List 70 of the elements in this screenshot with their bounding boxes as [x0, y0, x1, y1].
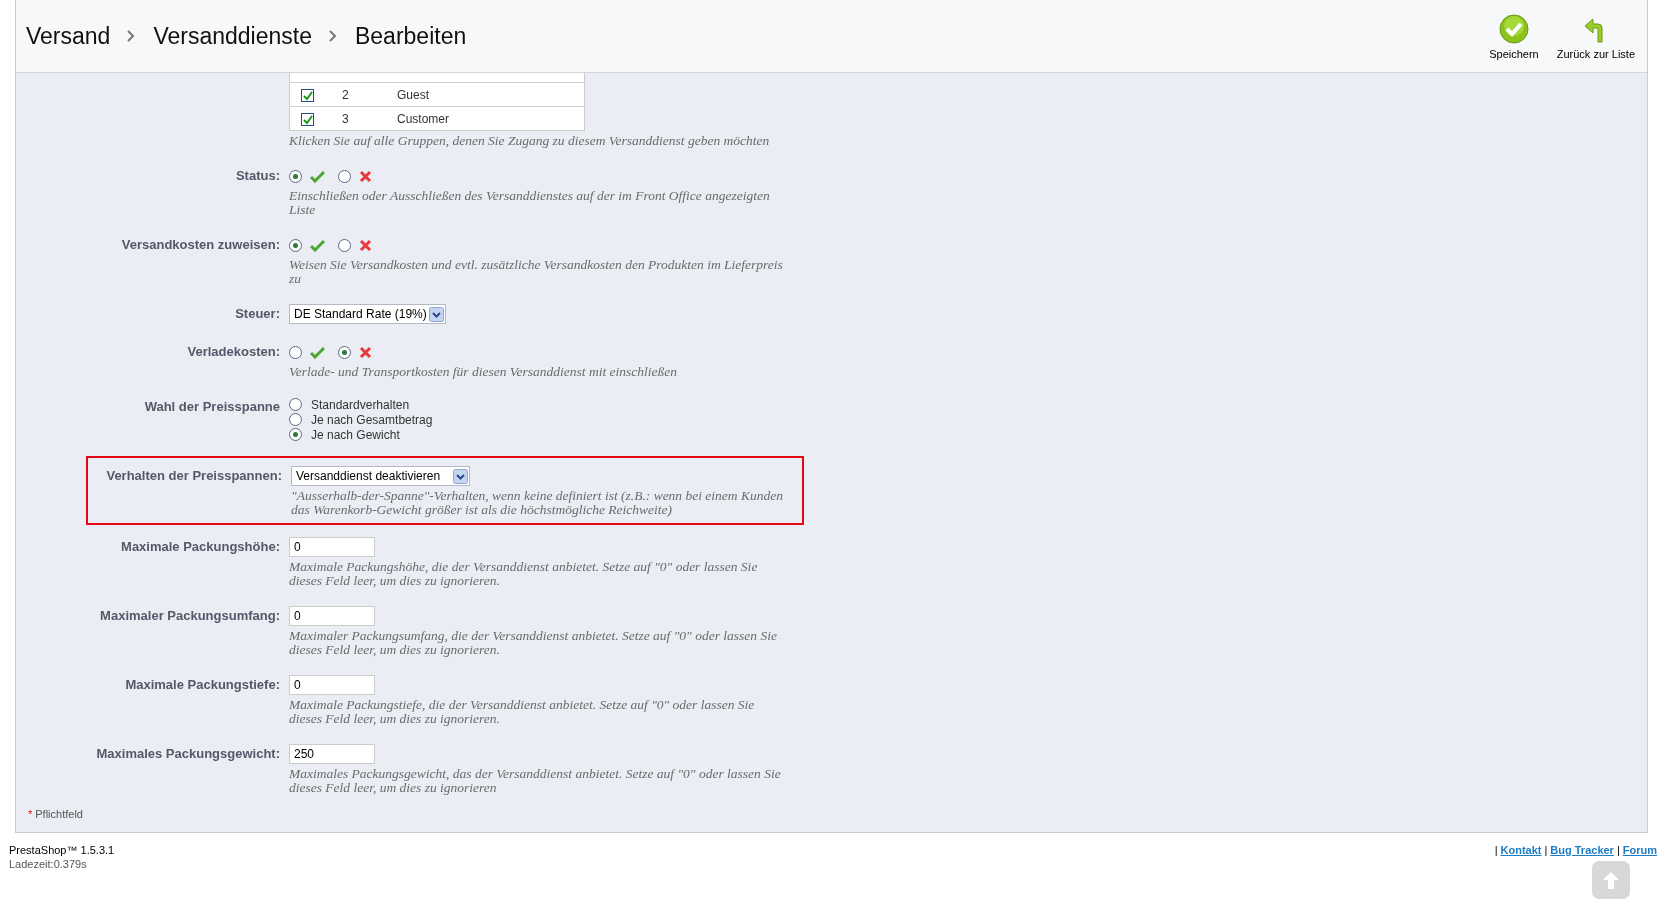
required-note: Pflichtfeld	[35, 808, 83, 820]
separator: |	[1616, 844, 1620, 856]
input-field[interactable]: 0	[289, 606, 375, 626]
breadcrumb-item: Versanddienste	[153, 22, 312, 50]
separator: |	[1544, 844, 1548, 856]
separator: |	[1494, 844, 1498, 856]
radio-button[interactable]	[289, 345, 302, 359]
field-label: Steuer:	[235, 306, 280, 321]
radio-button[interactable]	[289, 238, 302, 252]
check-icon	[310, 345, 325, 359]
radio-button[interactable]	[338, 238, 351, 252]
dropdown[interactable]: Versanddienst deaktivieren	[291, 466, 470, 486]
field-hint: Verlade- und Transportkosten für diesen Versanddienst mit einschließen	[289, 365, 679, 379]
option-label: Je nach Gesamtbetrag	[311, 412, 433, 427]
field-hint: Maximales Packungsgewicht, das der Versanddienst anbietet. Setze auf "0" oder lassen Sie dieses Feld leer, um dies zu ignorieren	[289, 767, 782, 795]
back-button[interactable]: Zurück zur Liste	[1554, 14, 1637, 60]
field-hint: Klicken Sie auf alle Gruppen, denen Sie Zugang zu diesem Versanddienst geben möchten	[289, 134, 771, 148]
field-label: Verhalten der Preisspannen:	[106, 468, 282, 483]
field-label: Maximale Packungstiefe:	[125, 677, 280, 692]
field-hint: Weisen Sie Versandkosten und evtl. zusätzliche Versandkosten den Produkten im Lieferpreis zu	[289, 258, 784, 286]
field-label: Wahl der Preisspanne	[144, 399, 280, 414]
radio-button[interactable]	[289, 413, 302, 426]
field-hint: Einschließen oder Ausschließen des Versanddienstes auf der im Front Office angezeigten Liste	[289, 189, 771, 217]
check-icon	[301, 89, 314, 101]
check-icon	[310, 169, 325, 183]
check-icon	[310, 238, 325, 252]
dropdown[interactable]: DE Standard Rate (19%)	[289, 304, 446, 324]
option-label: Standardverhalten	[311, 397, 410, 412]
field-label: Maximales Packungsgewicht:	[96, 746, 280, 761]
required-mark: *	[28, 808, 33, 820]
field-hint: Maximaler Packungsumfang, die der Versanddienst anbietet. Setze auf "0" oder lassen Sie dieses Feld leer, um dies zu ignorieren.	[289, 629, 778, 657]
field-hint: Maximale Packungshöhe, die der Versanddienst anbietet. Setze auf "0" oder lassen Sie dieses Feld leer, um dies zu ignorieren.	[289, 560, 759, 588]
cross-icon	[359, 345, 372, 359]
field-label: Verladekosten:	[187, 344, 280, 359]
field-label: Maximaler Packungsumfang:	[100, 608, 280, 623]
check-icon	[1498, 14, 1529, 44]
footer-link[interactable]: Forum	[1622, 844, 1657, 856]
radio-button[interactable]	[289, 428, 302, 441]
cross-icon	[359, 169, 372, 183]
input-field[interactable]: 0	[289, 675, 375, 695]
breadcrumb-item: Versand	[26, 22, 111, 50]
radio-button[interactable]	[289, 398, 302, 411]
radio-button[interactable]	[338, 169, 351, 183]
radio-button[interactable]	[338, 345, 351, 359]
field-hint: "Ausserhalb-der-Spanne"-Verhalten, wenn keine definiert ist (z.B.: wenn bei einem Kunden das Warenkorb-Gewicht größer ist als die höchstmögliche Reichweite)	[291, 489, 784, 517]
table-cell: Customer	[397, 111, 449, 126]
breadcrumb-item: Bearbeiten	[355, 22, 467, 50]
chevron-icon	[328, 29, 337, 43]
chevron-icon	[126, 29, 136, 43]
footer-link[interactable]: Bug Tracker	[1550, 844, 1614, 856]
footer-link[interactable]: Kontakt	[1500, 844, 1542, 856]
save-button[interactable]: Speichern	[1487, 14, 1541, 60]
load-time: Ladezeit:0.379s	[9, 858, 88, 870]
table-cell: 2	[342, 87, 349, 102]
input-field[interactable]: 250	[289, 744, 375, 764]
radio-button[interactable]	[289, 169, 302, 183]
field-label: Maximale Packungshöhe:	[121, 539, 280, 554]
up-arrow-icon	[1601, 870, 1621, 890]
checkbox[interactable]	[300, 88, 314, 102]
cross-icon	[359, 238, 372, 252]
field-label: Versandkosten zuweisen:	[121, 237, 280, 252]
option-label: Je nach Gewicht	[311, 427, 400, 442]
check-icon	[301, 113, 314, 125]
checkbox[interactable]	[300, 112, 314, 126]
field-hint: Maximale Packungstiefe, die der Versanddienst anbietet. Setze auf "0" oder lassen Sie dieses Feld leer, um dies zu ignorieren.	[289, 698, 756, 726]
field-label: Status:	[235, 168, 280, 183]
table-cell: 3	[342, 111, 349, 126]
version-text: PrestaShop™ 1.5.3.1	[9, 844, 115, 856]
input-field[interactable]: 0	[289, 537, 375, 557]
table-cell: Guest	[397, 87, 429, 102]
